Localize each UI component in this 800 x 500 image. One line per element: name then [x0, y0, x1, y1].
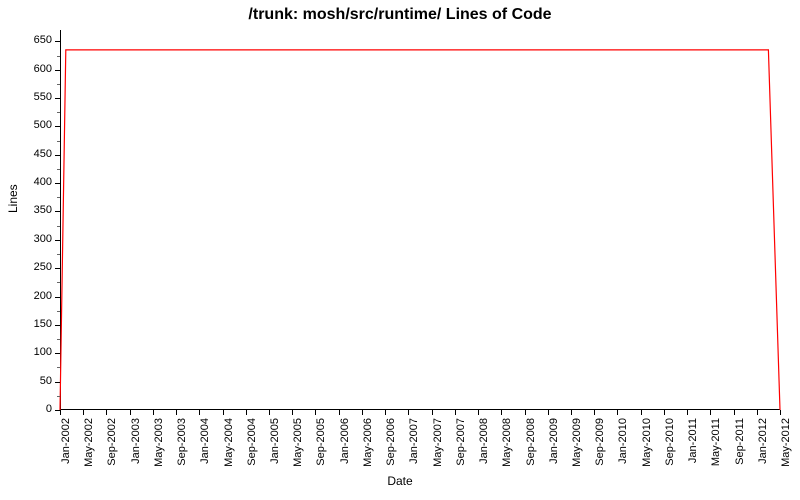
x-tick-label: Jan-2002: [60, 418, 72, 464]
loc-chart: /trunk: mosh/src/runtime/ Lines of Code …: [0, 0, 800, 500]
x-tick-label: Jan-2006: [339, 418, 351, 464]
x-tick-label: May-2003: [153, 418, 165, 467]
x-tick-label: Sep-2006: [385, 418, 397, 466]
x-tick-label: Jan-2007: [408, 418, 420, 464]
x-tick-label: May-2002: [83, 418, 95, 467]
y-tick-label: 400: [2, 176, 52, 188]
x-tick-label: Jan-2010: [617, 418, 629, 464]
y-tick-label: 600: [2, 63, 52, 75]
data-series: [60, 30, 780, 410]
x-tick-label: May-2009: [571, 418, 583, 467]
x-tick-label: May-2012: [780, 418, 792, 467]
x-tick-label: Sep-2009: [594, 418, 606, 466]
x-tick-label: Jan-2004: [199, 418, 211, 464]
x-tick-label: May-2005: [292, 418, 304, 467]
x-tick-label: May-2010: [641, 418, 653, 467]
x-tick-label: May-2006: [362, 418, 374, 467]
y-tick-label: 250: [2, 261, 52, 273]
x-tick-label: May-2011: [710, 418, 722, 466]
x-tick-label: Jan-2011: [687, 418, 699, 463]
x-tick-label: Sep-2002: [106, 418, 118, 466]
y-tick-label: 350: [2, 204, 52, 216]
x-tick-label: Jan-2003: [130, 418, 142, 464]
x-tick-label: Sep-2004: [246, 418, 258, 466]
x-tick-label: Sep-2010: [664, 418, 676, 466]
y-tick-label: 500: [2, 119, 52, 131]
y-tick-label: 200: [2, 290, 52, 302]
y-tick-label: 50: [2, 375, 52, 387]
y-tick-label: 0: [2, 403, 52, 415]
x-tick-label: May-2007: [432, 418, 444, 467]
x-tick-label: Sep-2005: [315, 418, 327, 466]
x-tick-label: Jan-2009: [548, 418, 560, 464]
x-tick-label: May-2008: [501, 418, 513, 467]
x-tick-label: May-2004: [223, 418, 235, 467]
y-tick-label: 150: [2, 318, 52, 330]
y-tick-label: 450: [2, 148, 52, 160]
x-axis-label: Date: [0, 474, 800, 488]
x-tick-label: Sep-2008: [525, 418, 537, 466]
x-tick-label: Sep-2011: [734, 418, 746, 465]
x-tick-label: Sep-2003: [176, 418, 188, 466]
x-tick-label: Sep-2007: [455, 418, 467, 466]
chart-title: /trunk: mosh/src/runtime/ Lines of Code: [0, 6, 800, 24]
x-tick-label: Jan-2012: [757, 418, 769, 464]
x-tick-label: Jan-2008: [478, 418, 490, 464]
y-tick-label: 650: [2, 34, 52, 46]
y-tick-label: 550: [2, 91, 52, 103]
x-tick-label: Jan-2005: [269, 418, 281, 464]
y-tick-label: 100: [2, 346, 52, 358]
y-tick-label: 300: [2, 233, 52, 245]
